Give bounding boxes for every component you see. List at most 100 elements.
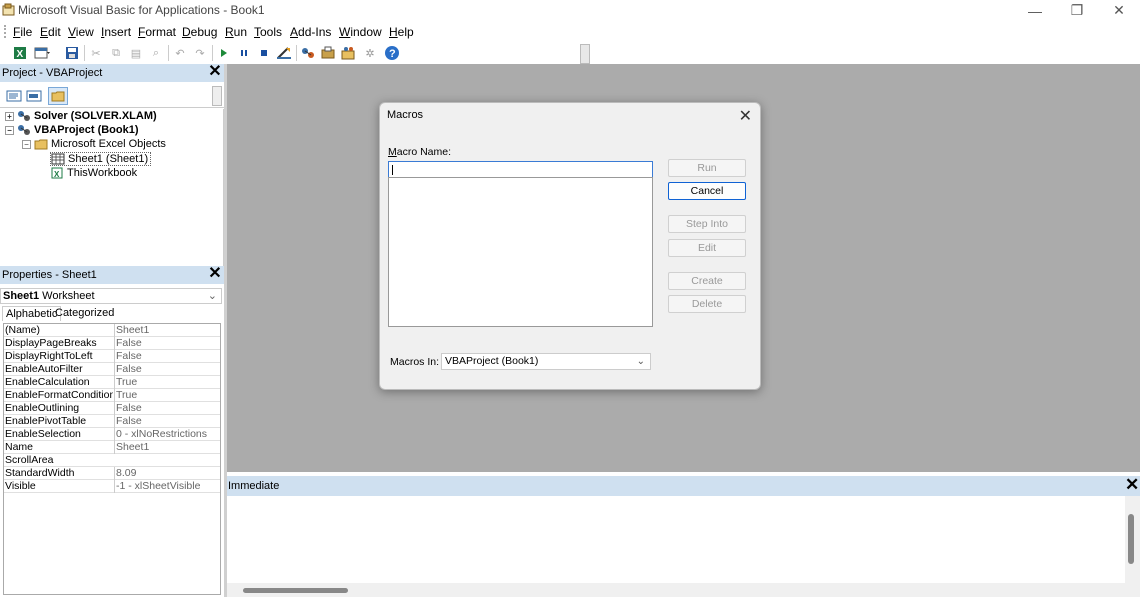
collapse-icon[interactable]: − bbox=[22, 139, 31, 149]
view-excel-icon[interactable]: X bbox=[12, 45, 28, 61]
paste-icon[interactable]: ▤ bbox=[128, 45, 144, 61]
property-row[interactable]: Name Sheet1 bbox=[4, 441, 220, 454]
immediate-horizontal-scrollbar[interactable] bbox=[227, 583, 1140, 597]
property-row[interactable]: DisplayPageBreaks False bbox=[4, 337, 220, 350]
macro-name-input[interactable] bbox=[388, 161, 653, 178]
properties-object-select[interactable]: Sheet1 Worksheet ⌄ bbox=[0, 288, 222, 304]
menu-run[interactable]: Run bbox=[225, 25, 247, 39]
menu-debug[interactable]: Debug bbox=[182, 25, 217, 39]
help-icon[interactable]: ? bbox=[384, 45, 400, 61]
menu-bar: File Edit View Insert Format Debug Run T… bbox=[0, 21, 1140, 42]
project-explorer-icon[interactable] bbox=[300, 45, 316, 61]
minimize-button[interactable]: — bbox=[1014, 0, 1056, 21]
immediate-textarea[interactable] bbox=[227, 496, 1125, 583]
cancel-button[interactable]: Cancel bbox=[668, 182, 746, 200]
project-close-icon[interactable]: ✕ bbox=[208, 64, 222, 80]
menu-addins[interactable]: Add-Ins bbox=[290, 25, 331, 39]
dialog-close-icon[interactable]: ✕ bbox=[739, 106, 752, 126]
project-panel-header: Project - VBAProject ✕ bbox=[0, 64, 224, 82]
chevron-down-icon: ⌄ bbox=[207, 290, 217, 302]
redo-icon[interactable]: ↷ bbox=[192, 45, 208, 61]
macro-list[interactable] bbox=[388, 177, 653, 327]
window-title: Microsoft Visual Basic for Applications … bbox=[18, 3, 265, 17]
property-row[interactable]: EnableCalculation True bbox=[4, 376, 220, 389]
undo-icon[interactable]: ↶ bbox=[172, 45, 188, 61]
project-toolbar-options-icon[interactable] bbox=[212, 86, 222, 106]
view-code-icon[interactable] bbox=[6, 88, 22, 104]
folder-icon bbox=[34, 139, 48, 150]
immediate-vertical-scrollbar[interactable] bbox=[1125, 496, 1140, 583]
property-row[interactable]: EnableFormatConditionsCTrue bbox=[4, 389, 220, 402]
vba-project-icon bbox=[18, 125, 30, 135]
properties-tabs: Alphabetic Categorized bbox=[0, 305, 222, 322]
collapse-icon[interactable]: − bbox=[5, 125, 14, 135]
copy-icon[interactable]: ⧉ bbox=[108, 45, 124, 61]
macros-in-select[interactable]: VBAProject (Book1) ⌄ bbox=[441, 353, 651, 370]
menu-format[interactable]: Format bbox=[138, 25, 176, 39]
project-toolbar bbox=[0, 84, 224, 108]
vba-project-icon bbox=[18, 111, 30, 121]
property-row[interactable]: EnableAutoFilter False bbox=[4, 363, 220, 376]
break-icon[interactable] bbox=[236, 45, 252, 61]
object-browser-icon[interactable] bbox=[340, 45, 356, 61]
properties-grid: (Name) Sheet1 DisplayPageBreaks False Disp… bbox=[3, 323, 221, 595]
menu-window[interactable]: Window bbox=[339, 25, 382, 39]
expand-icon[interactable]: + bbox=[5, 111, 14, 121]
reset-icon[interactable] bbox=[256, 45, 272, 61]
properties-panel-header: Properties - Sheet1 ✕ bbox=[0, 266, 224, 284]
toolbar-separator bbox=[84, 45, 85, 61]
dialog-title: Macros bbox=[387, 109, 424, 121]
run-button[interactable]: Run bbox=[668, 159, 746, 177]
design-mode-icon[interactable] bbox=[276, 45, 292, 61]
properties-window-icon[interactable] bbox=[320, 45, 336, 61]
property-row[interactable]: DisplayRightToLeft False bbox=[4, 350, 220, 363]
text-caret bbox=[392, 165, 393, 175]
property-row[interactable]: (Name) Sheet1 bbox=[4, 324, 220, 337]
tree-item-vbaproject[interactable]: − VBAProject (Book1) bbox=[5, 124, 139, 136]
view-object-icon[interactable] bbox=[26, 88, 42, 104]
svg-text:?: ? bbox=[389, 48, 396, 60]
project-tree: + Solver (SOLVER.XLAM) − VBAProject (Boo… bbox=[0, 109, 224, 266]
property-row[interactable]: EnableSelection 0 - xlNoRestrictions bbox=[4, 428, 220, 441]
restore-button[interactable]: ❐ bbox=[1056, 0, 1098, 21]
properties-close-icon[interactable]: ✕ bbox=[208, 266, 222, 282]
cut-icon[interactable]: ✂ bbox=[88, 45, 104, 61]
svg-text:X: X bbox=[17, 49, 24, 60]
property-row[interactable]: Visible -1 - xlSheetVisible bbox=[4, 480, 220, 493]
property-row[interactable]: ScrollArea bbox=[4, 454, 220, 467]
insert-userform-icon[interactable] bbox=[34, 45, 50, 61]
delete-button[interactable]: Delete bbox=[668, 295, 746, 313]
tree-item-thisworkbook[interactable]: X ThisWorkbook bbox=[50, 167, 137, 179]
toolbar-separator bbox=[212, 45, 213, 61]
edit-button[interactable]: Edit bbox=[668, 239, 746, 257]
immediate-close-icon[interactable]: ✕ bbox=[1125, 476, 1139, 493]
menu-file[interactable]: File bbox=[13, 25, 32, 39]
tab-categorized[interactable]: Categorized bbox=[52, 306, 117, 320]
menu-edit[interactable]: Edit bbox=[40, 25, 61, 39]
step-into-button[interactable]: Step Into bbox=[668, 215, 746, 233]
menu-view[interactable]: View bbox=[68, 25, 94, 39]
tree-item-sheet1[interactable]: Sheet1 (Sheet1) bbox=[50, 152, 152, 166]
property-row[interactable]: StandardWidth 8.09 bbox=[4, 467, 220, 480]
scroll-thumb[interactable] bbox=[243, 588, 348, 593]
project-panel-title: Project - VBAProject bbox=[2, 67, 103, 79]
scroll-thumb[interactable] bbox=[1128, 514, 1134, 564]
run-icon[interactable] bbox=[216, 45, 232, 61]
menu-help[interactable]: Help bbox=[389, 25, 414, 39]
find-icon[interactable]: ⌕ bbox=[148, 45, 164, 61]
toolbar-options-icon[interactable] bbox=[580, 44, 590, 64]
property-row[interactable]: EnablePivotTable False bbox=[4, 415, 220, 428]
toolbox-icon[interactable]: ✲ bbox=[362, 45, 378, 61]
menu-grip-icon[interactable] bbox=[4, 25, 6, 38]
menu-insert[interactable]: Insert bbox=[101, 25, 131, 39]
toggle-folders-icon[interactable] bbox=[48, 87, 68, 105]
menu-tools[interactable]: Tools bbox=[254, 25, 282, 39]
macro-name-label: Macro Name: bbox=[388, 146, 452, 158]
svg-text:X: X bbox=[54, 170, 60, 179]
create-button[interactable]: Create bbox=[668, 272, 746, 290]
property-row[interactable]: EnableOutlining False bbox=[4, 402, 220, 415]
tree-item-excel-objects[interactable]: − Microsoft Excel Objects bbox=[22, 138, 166, 150]
tree-item-solver[interactable]: + Solver (SOLVER.XLAM) bbox=[5, 110, 157, 122]
close-window-button[interactable]: ✕ bbox=[1098, 0, 1140, 21]
save-icon[interactable] bbox=[64, 45, 80, 61]
